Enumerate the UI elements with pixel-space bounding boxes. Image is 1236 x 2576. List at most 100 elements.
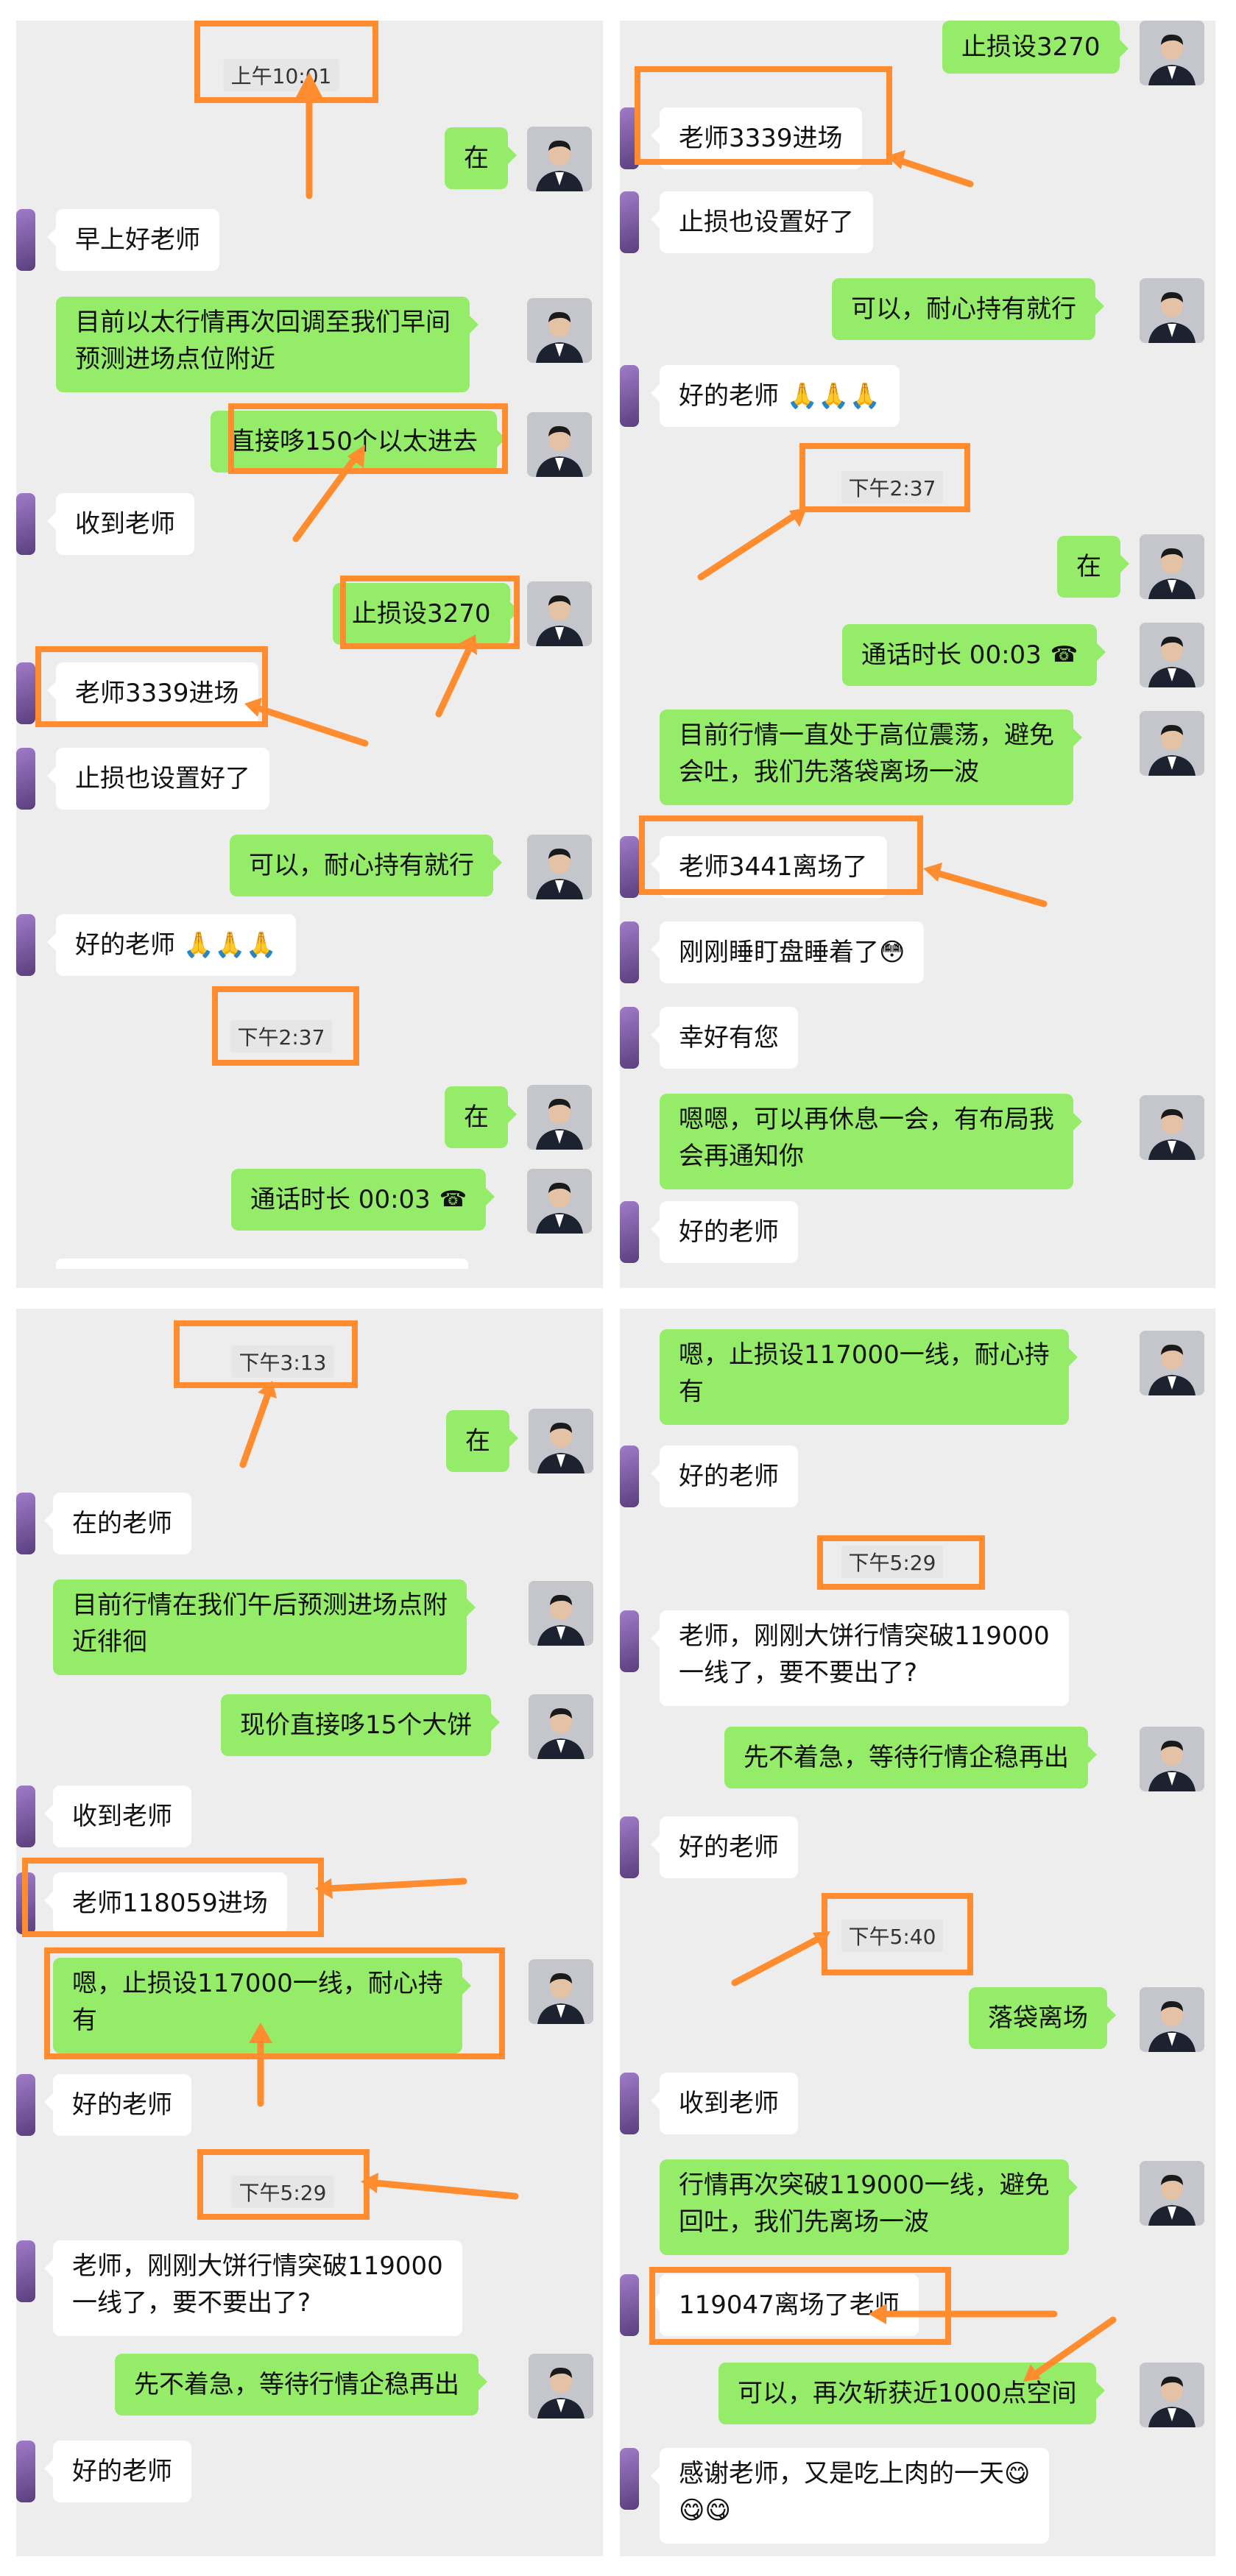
avatar[interactable] bbox=[16, 209, 35, 271]
avatar[interactable] bbox=[620, 1816, 639, 1878]
avatar[interactable] bbox=[16, 2240, 35, 2302]
message-bubble-outgoing[interactable]: 在 bbox=[446, 1410, 518, 1472]
avatar[interactable] bbox=[1140, 2161, 1204, 2226]
message-bubble-outgoing[interactable]: 可以，耐心持有就行 bbox=[230, 835, 502, 896]
message-bubble-incoming[interactable]: 在的老师 bbox=[44, 1493, 191, 1554]
message-bubble-outgoing[interactable]: 在 bbox=[445, 1086, 517, 1148]
avatar[interactable] bbox=[529, 1959, 593, 2024]
avatar[interactable] bbox=[16, 493, 35, 555]
message-bubble-outgoing[interactable]: 可以，耐心持有就行 bbox=[832, 278, 1104, 340]
message-bubble-outgoing[interactable]: 行情再次突破119000一线，避免 回吐，我们先离场一波 bbox=[660, 2159, 1078, 2255]
message-bubble-outgoing[interactable]: 嗯，止损设117000一线，耐心持 有 bbox=[660, 1329, 1078, 1425]
message-bubble-incoming[interactable]: 早上好老师 bbox=[47, 209, 219, 271]
avatar[interactable] bbox=[1140, 1095, 1204, 1160]
avatar[interactable] bbox=[620, 921, 639, 983]
avatar[interactable] bbox=[620, 1610, 639, 1672]
avatar[interactable] bbox=[1140, 2363, 1204, 2427]
avatar[interactable] bbox=[16, 748, 35, 810]
call-record-bubble[interactable]: 通话时长 00:03 ☎ bbox=[842, 624, 1106, 686]
avatar[interactable] bbox=[529, 1581, 593, 1646]
avatar[interactable] bbox=[620, 1007, 639, 1069]
message-line: 嗯，止损设117000一线，耐心持 bbox=[72, 1969, 443, 1998]
message-bubble-outgoing[interactable]: 止损设3270 bbox=[333, 583, 519, 645]
call-record-bubble[interactable]: 通话时长 00:03 ☎ bbox=[231, 1169, 495, 1231]
message-bubble-incoming[interactable]: 好的老师 bbox=[44, 2441, 191, 2502]
avatar[interactable] bbox=[1140, 1331, 1204, 1395]
message-bubble-outgoing[interactable]: 先不着急，等待行情企稳再出 bbox=[724, 1727, 1097, 1788]
avatar[interactable] bbox=[620, 2274, 639, 2336]
avatar[interactable] bbox=[1140, 1727, 1204, 1791]
avatar[interactable] bbox=[529, 2354, 593, 2418]
avatar[interactable] bbox=[1140, 711, 1204, 776]
avatar[interactable] bbox=[620, 836, 639, 898]
avatar[interactable] bbox=[1140, 623, 1204, 687]
message-bubble-incoming[interactable]: 收到老师 bbox=[651, 2073, 798, 2134]
message-bubble-outgoing[interactable]: 在 bbox=[1057, 536, 1129, 598]
message-bubble-incoming[interactable]: 刚刚睡盯盘睡着了😳 bbox=[650, 921, 925, 983]
message-bubble-incoming[interactable]: 老师3339进场 bbox=[47, 662, 258, 724]
avatar[interactable] bbox=[1140, 1987, 1204, 2052]
message-bubble-outgoing[interactable]: 目前行情一直处于高位震荡，避免 会吐，我们先落袋离场一波 bbox=[660, 710, 1082, 805]
message-bubble-incoming[interactable]: 感谢老师，又是吃上肉的一天😋 😋😋 bbox=[650, 2448, 1050, 2544]
avatar[interactable] bbox=[527, 127, 592, 191]
message-bubble-outgoing[interactable]: 目前行情在我们午后预测进场点附 近徘徊 bbox=[53, 1579, 476, 1675]
avatar[interactable] bbox=[1140, 534, 1204, 599]
message-bubble-incoming[interactable]: 止损也设置好了 bbox=[651, 191, 873, 253]
message-bubble-outgoing[interactable]: 现价直接哆15个大饼 bbox=[221, 1694, 501, 1756]
avatar[interactable] bbox=[16, 2441, 35, 2502]
message-line: 嗯嗯，可以再休息一会，有布局我 bbox=[679, 1105, 1054, 1134]
avatar[interactable] bbox=[527, 1085, 592, 1150]
message-bubble-outgoing[interactable]: 在 bbox=[445, 127, 517, 189]
message-bubble-incoming[interactable]: 老师，刚刚大饼行情突破119000 一线了，要不要出了? bbox=[44, 2240, 462, 2336]
message-bubble-incoming[interactable]: 好的老师 🙏🙏🙏 bbox=[47, 914, 296, 976]
avatar[interactable] bbox=[620, 2448, 639, 2510]
message-bubble-incoming[interactable]: 好的老师 bbox=[651, 1816, 798, 1878]
message-bubble-incoming[interactable]: 好的老师 🙏🙏🙏 bbox=[651, 365, 900, 427]
avatar[interactable] bbox=[527, 835, 592, 899]
message-bubble-outgoing[interactable]: 先不着急，等待行情企稳再出 bbox=[115, 2354, 487, 2416]
message-bubble-incoming[interactable]: 好的老师 bbox=[651, 1446, 798, 1507]
message-bubble-incoming[interactable]: 老师118059进场 bbox=[44, 1872, 287, 1934]
avatar[interactable] bbox=[620, 1201, 639, 1263]
message-bubble-incoming[interactable]: 止损也设置好了 bbox=[47, 748, 269, 810]
message-bubble-incoming[interactable]: 收到老师 bbox=[47, 493, 194, 555]
message-line: 目前行情在我们午后预测进场点附 bbox=[72, 1590, 448, 1620]
message-bubble-incoming[interactable]: 119047离场了老师 bbox=[651, 2274, 919, 2336]
avatar[interactable] bbox=[16, 914, 35, 976]
message-bubble-incoming[interactable]: 好的老师 bbox=[44, 2074, 191, 2136]
avatar[interactable] bbox=[620, 1446, 639, 1507]
message-bubble-incoming[interactable]: 好的老师 bbox=[651, 1201, 798, 1263]
message-bubble-outgoing[interactable]: 止损设3270 bbox=[942, 21, 1129, 74]
message-bubble-outgoing[interactable]: 直接哆150个以太进去 bbox=[211, 411, 506, 473]
avatar[interactable] bbox=[620, 365, 639, 427]
avatar[interactable] bbox=[620, 2073, 639, 2134]
avatar[interactable] bbox=[527, 412, 592, 477]
message-bubble-incoming[interactable]: 幸好有您 bbox=[651, 1007, 798, 1069]
message-bubble-outgoing[interactable]: 落袋离场 bbox=[969, 1987, 1116, 2049]
avatar[interactable] bbox=[1140, 21, 1204, 85]
message-bubble-outgoing[interactable]: 嗯，止损设117000一线，耐心持 有 bbox=[53, 1958, 471, 2053]
timestamp: 下午5:40 bbox=[841, 1919, 944, 1952]
avatar[interactable] bbox=[529, 1409, 593, 1473]
avatar[interactable] bbox=[16, 1493, 35, 1554]
message-bubble-outgoing[interactable]: 目前以太行情再次回调至我们早间 预测进场点位附近 bbox=[56, 297, 478, 392]
avatar[interactable] bbox=[527, 581, 592, 646]
avatar[interactable] bbox=[16, 2074, 35, 2136]
avatar[interactable] bbox=[527, 298, 592, 363]
message-bubble-incoming[interactable]: 老师，刚刚大饼行情突破119000 一线了，要不要出了? bbox=[651, 1610, 1069, 1706]
message-bubble-outgoing[interactable]: 可以，再次斩获近1000点空间 bbox=[718, 2363, 1105, 2424]
avatar[interactable] bbox=[529, 1694, 593, 1759]
message-bubble-incoming[interactable]: 老师3441离场了 bbox=[651, 836, 887, 898]
message-bubble-incoming[interactable]: 收到老师 bbox=[44, 1786, 191, 1847]
avatar[interactable] bbox=[527, 1169, 592, 1234]
avatar[interactable] bbox=[620, 191, 639, 253]
message-bubble-incoming[interactable]: 老师3339进场 bbox=[651, 107, 862, 169]
message-bubble-outgoing[interactable]: 嗯嗯，可以再休息一会，有布局我 会再通知你 bbox=[660, 1094, 1082, 1189]
avatar[interactable] bbox=[16, 1786, 35, 1847]
avatar[interactable] bbox=[1140, 278, 1204, 343]
avatar[interactable] bbox=[16, 1872, 35, 1934]
message-line: 老师，刚刚大饼行情突破119000 bbox=[679, 1621, 1050, 1651]
message-line: 近徘徊 bbox=[72, 1627, 147, 1657]
avatar[interactable] bbox=[620, 107, 639, 169]
avatar[interactable] bbox=[16, 662, 35, 724]
